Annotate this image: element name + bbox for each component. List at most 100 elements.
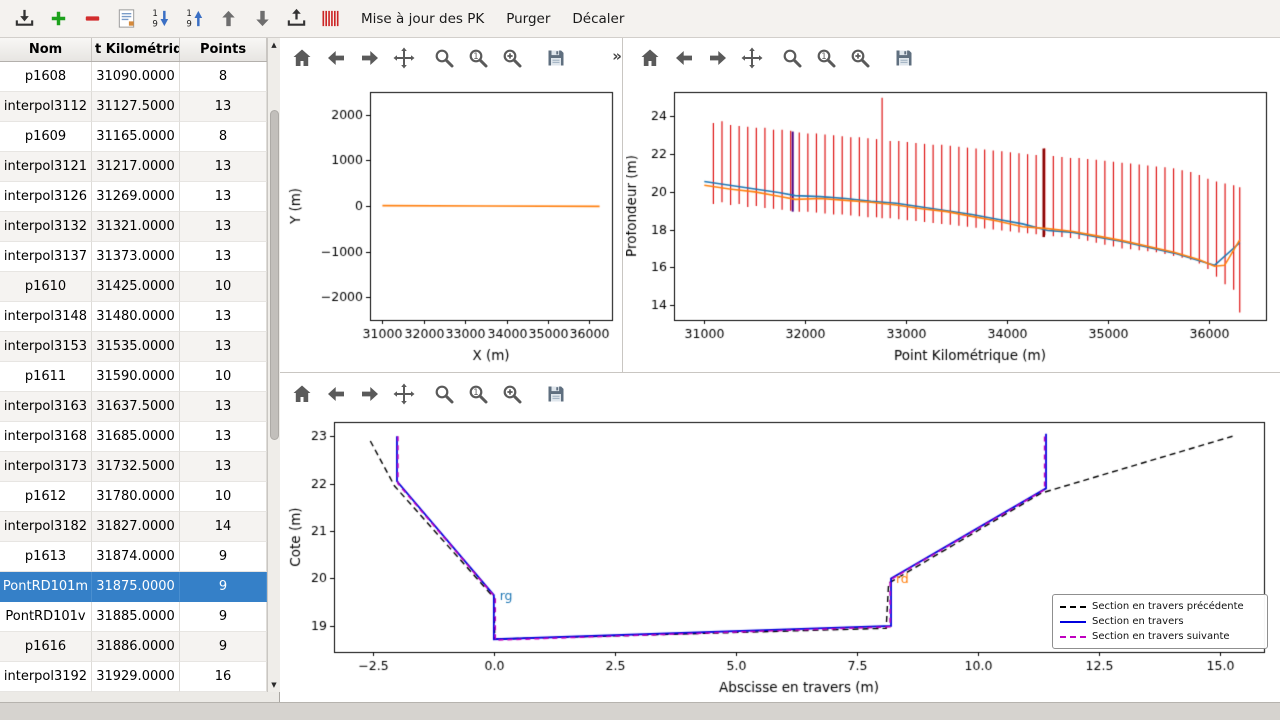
scrollbar-thumb[interactable] — [270, 110, 279, 440]
toolbar-overflow-chevron[interactable]: » — [612, 47, 622, 65]
back-icon — [672, 46, 696, 70]
table-vertical-scrollbar[interactable]: ▲ ▼ — [267, 38, 280, 692]
home-button[interactable] — [288, 379, 316, 409]
table-row[interactable]: interpol314831480.000013 — [0, 302, 267, 332]
home-button[interactable] — [636, 43, 664, 73]
table-row[interactable]: p160831090.00008 — [0, 62, 267, 92]
legend-label-courante: Section en travers — [1092, 616, 1184, 627]
save-button[interactable] — [542, 43, 570, 73]
cell-nom: interpol3132 — [0, 212, 92, 242]
export-button[interactable] — [282, 4, 310, 34]
table-row[interactable]: interpol318231827.000014 — [0, 512, 267, 542]
form-button[interactable] — [112, 4, 140, 34]
sort-ascending-button[interactable]: 19 — [180, 4, 208, 34]
cell-points: 13 — [180, 452, 267, 482]
column-header-points[interactable]: Points — [180, 38, 267, 61]
forward-button[interactable] — [356, 379, 384, 409]
svg-text:1: 1 — [152, 9, 157, 19]
table-row[interactable]: interpol313731373.000013 — [0, 242, 267, 272]
table-row[interactable]: interpol317331732.500013 — [0, 452, 267, 482]
cell-points: 8 — [180, 62, 267, 92]
sort-ascending-icon: 19 — [183, 7, 206, 30]
zoom-original-button[interactable]: 1 — [464, 43, 492, 73]
move-up-button[interactable] — [214, 4, 242, 34]
table-row[interactable]: p161231780.000010 — [0, 482, 267, 512]
plan-view-chart[interactable] — [288, 78, 622, 370]
pan-button[interactable] — [390, 379, 418, 409]
table-row[interactable]: p161031425.000010 — [0, 272, 267, 302]
pan-icon — [392, 382, 416, 406]
forward-button[interactable] — [356, 43, 384, 73]
table-row[interactable]: p161331874.00009 — [0, 542, 267, 572]
table-row[interactable]: p161631886.00009 — [0, 632, 267, 662]
scroll-up-icon[interactable]: ▲ — [268, 39, 280, 51]
table-row[interactable]: p160931165.00008 — [0, 122, 267, 152]
save-icon — [544, 46, 568, 70]
scroll-down-icon[interactable]: ▼ — [268, 679, 280, 691]
column-header-nom[interactable]: Nom — [0, 38, 92, 61]
zoom-rect-button[interactable] — [430, 379, 458, 409]
zoom-in-button[interactable] — [498, 43, 526, 73]
cross-section-toolbar: 1 — [288, 376, 624, 412]
menu-decaler[interactable]: Décaler — [561, 0, 635, 38]
table-row[interactable]: interpol316331637.500013 — [0, 392, 267, 422]
table-row[interactable]: PontRD101m31875.00009 — [0, 572, 267, 602]
import-button[interactable] — [10, 4, 38, 34]
table-row[interactable]: interpol319231929.000016 — [0, 662, 267, 692]
sort-descending-button[interactable]: 19 — [146, 4, 174, 34]
cell-point-kilometrique: 31875.0000 — [92, 572, 180, 602]
cell-point-kilometrique: 31885.0000 — [92, 602, 180, 632]
cell-point-kilometrique: 31373.0000 — [92, 242, 180, 272]
table-row[interactable]: interpol312131217.000013 — [0, 152, 267, 182]
cell-point-kilometrique: 31874.0000 — [92, 542, 180, 572]
table-row[interactable]: interpol315331535.000013 — [0, 332, 267, 362]
cell-nom: PontRD101m — [0, 572, 92, 602]
save-button[interactable] — [890, 43, 918, 73]
legend-swatch-courante — [1060, 621, 1086, 623]
menu-mise-a-jour-pk[interactable]: Mise à jour des PK — [350, 0, 495, 38]
cell-nom: interpol3173 — [0, 452, 92, 482]
table-row[interactable]: p161131590.000010 — [0, 362, 267, 392]
home-button[interactable] — [288, 43, 316, 73]
zoom-in-button[interactable] — [846, 43, 874, 73]
status-bar — [0, 702, 1280, 720]
zoom-original-button[interactable]: 1 — [464, 379, 492, 409]
cell-nom: p1612 — [0, 482, 92, 512]
legend-label-suivante: Section en travers suivante — [1092, 631, 1230, 642]
back-button[interactable] — [322, 379, 350, 409]
cross-section-chart[interactable] — [288, 410, 1280, 702]
forward-button[interactable] — [704, 43, 732, 73]
table-row[interactable]: interpol312631269.000013 — [0, 182, 267, 212]
zoom-original-button[interactable]: 1 — [812, 43, 840, 73]
add-button[interactable] — [44, 4, 72, 34]
home-icon — [290, 46, 314, 70]
zoom-in-button[interactable] — [498, 379, 526, 409]
cell-points: 13 — [180, 422, 267, 452]
pan-button[interactable] — [738, 43, 766, 73]
profondeur-chart[interactable] — [626, 78, 1278, 370]
add-icon — [47, 7, 70, 30]
sort-descending-icon: 19 — [149, 7, 172, 30]
cell-points: 13 — [180, 92, 267, 122]
cell-points: 9 — [180, 572, 267, 602]
cell-point-kilometrique: 31480.0000 — [92, 302, 180, 332]
red-sections-button[interactable] — [316, 4, 344, 34]
menu-purger[interactable]: Purger — [495, 0, 561, 38]
remove-button[interactable] — [78, 4, 106, 34]
column-header-point-kilometrique[interactable]: t Kilométriqu — [92, 38, 180, 61]
cell-points: 10 — [180, 482, 267, 512]
move-down-button[interactable] — [248, 4, 276, 34]
zoom-rect-button[interactable] — [778, 43, 806, 73]
pan-button[interactable] — [390, 43, 418, 73]
save-button[interactable] — [542, 379, 570, 409]
back-button[interactable] — [670, 43, 698, 73]
cell-point-kilometrique: 31637.5000 — [92, 392, 180, 422]
table-row[interactable]: interpol311231127.500013 — [0, 92, 267, 122]
zoom-rect-button[interactable] — [430, 43, 458, 73]
cross-section-legend: Section en travers précédente Section en… — [1052, 594, 1268, 649]
cell-point-kilometrique: 31217.0000 — [92, 152, 180, 182]
table-row[interactable]: interpol313231321.000013 — [0, 212, 267, 242]
table-row[interactable]: interpol316831685.000013 — [0, 422, 267, 452]
back-button[interactable] — [322, 43, 350, 73]
table-row[interactable]: PontRD101v31885.00009 — [0, 602, 267, 632]
